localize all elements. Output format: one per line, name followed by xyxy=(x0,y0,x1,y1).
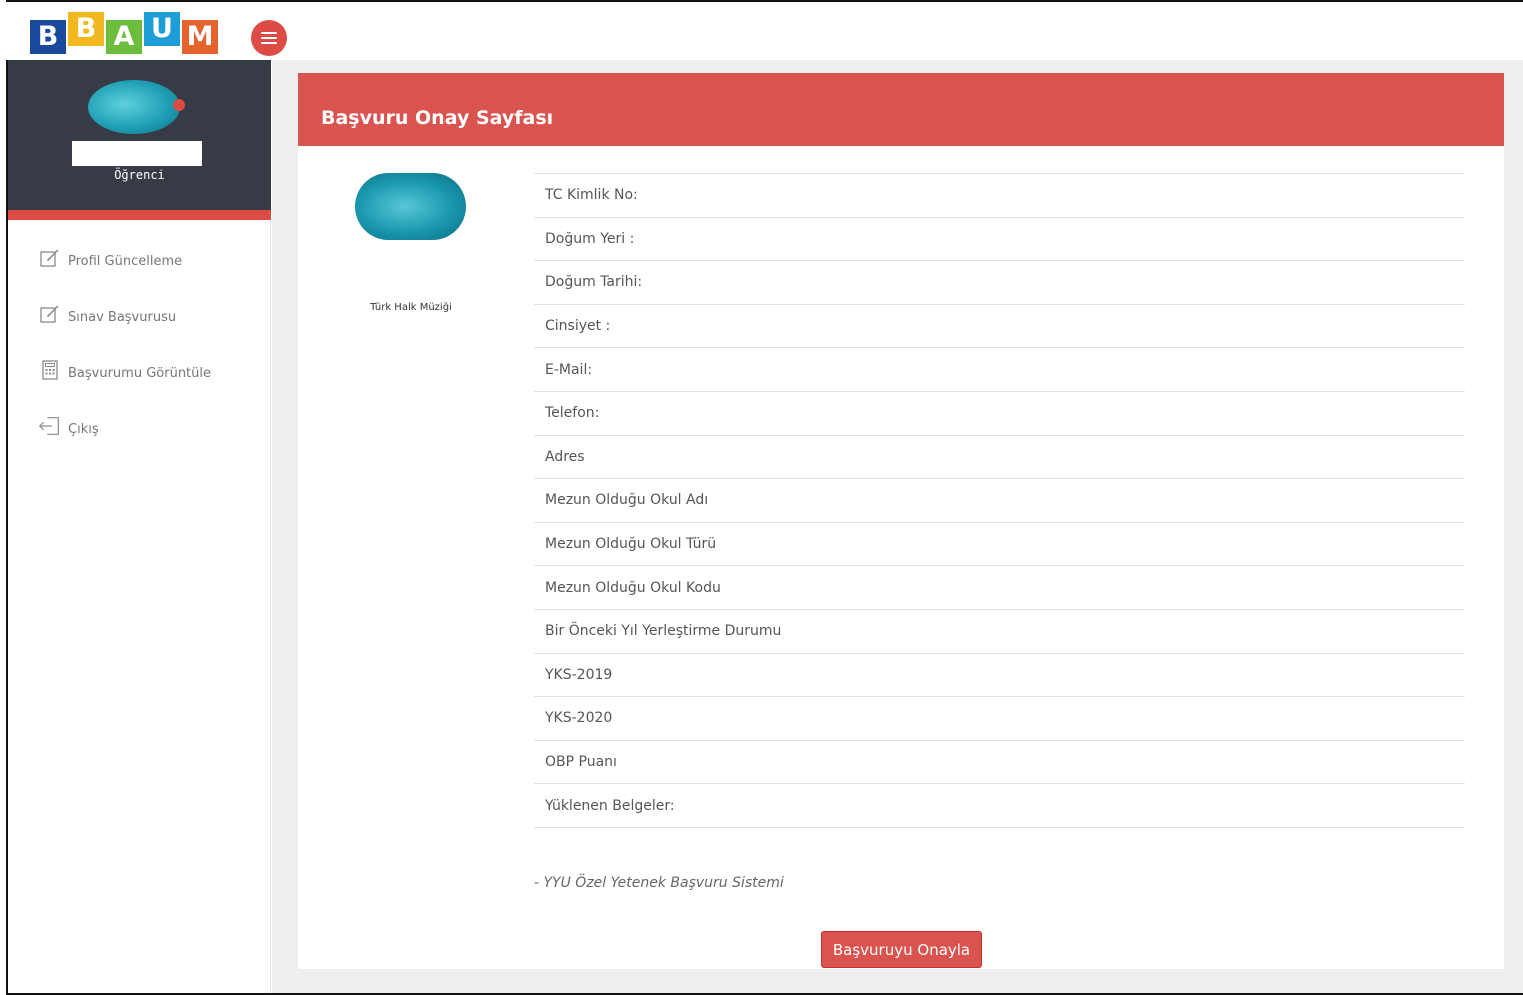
logo-letter: B xyxy=(30,20,66,54)
sidebar: Öğrenci Profil Güncelleme Sınav Başvurus… xyxy=(8,60,271,993)
user-name xyxy=(72,141,202,166)
info-row-yuklenen-belgeler: Yüklenen Belgeler: xyxy=(534,784,1465,828)
edit-icon xyxy=(38,246,62,270)
sidebar-item-label: Başvurumu Görüntüle xyxy=(68,365,212,381)
confirm-application-button[interactable]: Başvuruyu Onayla xyxy=(821,931,982,968)
sidebar-item-label: Profil Güncelleme xyxy=(68,253,183,269)
main-content: Başvuru Onay Sayfası Türk Halk Müziği TC… xyxy=(272,60,1523,993)
sidebar-item-sinav-basvurusu[interactable]: Sınav Başvurusu xyxy=(8,286,271,342)
sidebar-nav: Profil Güncelleme Sınav Başvurusu Başvur… xyxy=(8,230,271,454)
info-row-okul-turu: Mezun Olduğu Okul Türü xyxy=(534,523,1465,567)
info-row-yerlestirme-durumu: Bir Önceki Yıl Yerleştirme Durumu xyxy=(534,610,1465,654)
sidebar-item-profil-guncelleme[interactable]: Profil Güncelleme xyxy=(8,230,271,286)
sign-out-icon xyxy=(38,414,62,438)
info-row-telefon: Telefon: xyxy=(534,392,1465,436)
sidebar-item-basvurumu-goruntule[interactable]: Başvurumu Görüntüle xyxy=(8,342,271,398)
info-row-adres: Adres xyxy=(534,436,1465,480)
accent-bar xyxy=(8,210,271,220)
applicant-photo xyxy=(355,173,466,240)
footer-note: - YYU Özel Yetenek Başvuru Sistemi xyxy=(534,875,784,891)
menu-toggle-button[interactable] xyxy=(251,20,287,56)
logo-letter: M xyxy=(182,20,218,54)
info-row-email: E-Mail: xyxy=(534,348,1465,392)
info-row-okul-kodu: Mezun Olduğu Okul Kodu xyxy=(534,566,1465,610)
info-row-dogum-tarihi: Doğum Tarihi: xyxy=(534,261,1465,305)
department-label: Türk Halk Müziği xyxy=(370,302,452,313)
logo-letter: A xyxy=(106,20,142,54)
sidebar-item-cikis[interactable]: Çıkış xyxy=(8,398,271,454)
page-title: Başvuru Onay Sayfası xyxy=(298,73,1504,146)
edit-icon xyxy=(38,302,62,326)
top-bar: B B A U M xyxy=(6,2,1523,60)
applicant-info-list: TC Kimlik No: Doğum Yeri : Doğum Tarihi:… xyxy=(534,173,1465,828)
info-row-yks-2019: YKS-2019 xyxy=(534,654,1465,698)
sidebar-item-label: Çıkış xyxy=(68,421,99,437)
calculator-icon xyxy=(38,358,62,382)
user-role: Öğrenci xyxy=(114,168,165,182)
info-row-tc-kimlik: TC Kimlik No: xyxy=(534,174,1465,218)
application-card: Başvuru Onay Sayfası Türk Halk Müziği TC… xyxy=(298,73,1504,969)
avatar xyxy=(88,80,180,134)
profile-box: Öğrenci xyxy=(8,60,271,220)
logo[interactable]: B B A U M xyxy=(30,12,220,54)
info-row-cinsiyet: Cinsiyet : xyxy=(534,305,1465,349)
logo-letter: U xyxy=(144,12,180,46)
logo-letter: B xyxy=(68,12,104,46)
info-row-yks-2020: YKS-2020 xyxy=(534,697,1465,741)
info-row-dogum-yeri: Doğum Yeri : xyxy=(534,218,1465,262)
hamburger-icon xyxy=(261,32,277,44)
info-row-obp-puani: OBP Puanı xyxy=(534,741,1465,785)
status-dot xyxy=(173,99,185,111)
info-row-okul-adi: Mezun Olduğu Okul Adı xyxy=(534,479,1465,523)
sidebar-item-label: Sınav Başvurusu xyxy=(68,309,177,325)
